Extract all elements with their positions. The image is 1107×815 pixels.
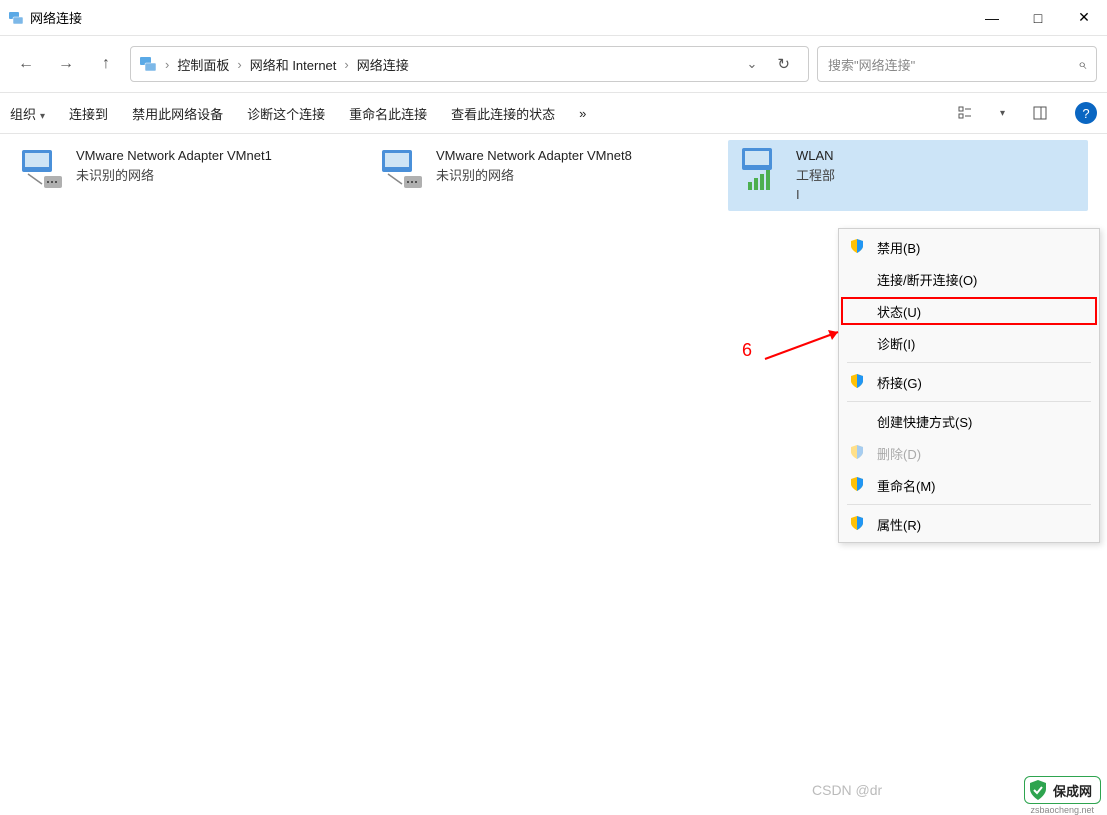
menu-label: 属性(R) xyxy=(877,515,921,534)
adapter-icon xyxy=(738,146,786,194)
menu-item-connect-disconnect[interactable]: 连接/断开连接(O) xyxy=(839,263,1099,295)
connect-to-button[interactable]: 连接到 xyxy=(69,104,108,123)
chevron-right-icon: › xyxy=(161,57,173,72)
view-status-button[interactable]: 查看此连接的状态 xyxy=(451,104,555,123)
refresh-button[interactable]: ↻ xyxy=(767,55,800,73)
up-button[interactable]: ↑ xyxy=(90,48,122,80)
adapter-status: I xyxy=(796,185,835,205)
adapter-icon xyxy=(18,146,66,194)
search-input[interactable]: 搜索"网络连接" ⌕ xyxy=(817,46,1097,82)
view-options-button[interactable] xyxy=(954,102,976,124)
menu-item-diagnose[interactable]: 诊断(I) xyxy=(839,327,1099,359)
toolbar: 组织 连接到 禁用此网络设备 诊断这个连接 重命名此连接 查看此连接的状态 » … xyxy=(0,92,1107,134)
shield-icon xyxy=(849,238,865,254)
navigation-bar: ← → ↑ › 控制面板 › 网络和 Internet › 网络连接 ⌄ ↻ 搜… xyxy=(0,36,1107,92)
breadcrumb-seg-network-internet[interactable]: 网络和 Internet xyxy=(250,55,337,74)
menu-label: 删除(D) xyxy=(877,444,921,463)
window-title: 网络连接 xyxy=(30,8,969,27)
shield-check-icon xyxy=(1027,779,1049,801)
breadcrumb-seg-control-panel[interactable]: 控制面板 xyxy=(177,55,229,74)
search-placeholder: 搜索"网络连接" xyxy=(828,55,915,74)
menu-label: 诊断(I) xyxy=(877,334,915,353)
address-history-dropdown[interactable]: ⌄ xyxy=(741,56,764,72)
menu-item-rename[interactable]: 重命名(M) xyxy=(839,469,1099,501)
watermark-text: 保成网 xyxy=(1053,781,1092,800)
adapter-status: 未识别的网络 xyxy=(436,166,632,186)
chevron-down-icon[interactable]: ▾ xyxy=(1000,108,1005,119)
menu-label: 连接/断开连接(O) xyxy=(877,270,977,289)
menu-separator xyxy=(847,401,1091,402)
address-bar[interactable]: › 控制面板 › 网络和 Internet › 网络连接 ⌄ ↻ xyxy=(130,46,809,82)
rename-connection-button[interactable]: 重命名此连接 xyxy=(349,104,427,123)
diagnose-connection-button[interactable]: 诊断这个连接 xyxy=(247,104,325,123)
shield-icon xyxy=(849,476,865,492)
menu-item-disable[interactable]: 禁用(B) xyxy=(839,231,1099,263)
close-button[interactable]: ✕ xyxy=(1061,0,1107,36)
back-button[interactable]: ← xyxy=(10,48,42,80)
menu-item-create-shortcut[interactable]: 创建快捷方式(S) xyxy=(839,405,1099,437)
watermark-sub: zsbaocheng.net xyxy=(1030,805,1094,815)
network-connections-icon xyxy=(139,55,157,73)
menu-label: 重命名(M) xyxy=(877,476,936,495)
view-icon xyxy=(958,106,972,120)
menu-item-properties[interactable]: 属性(R) xyxy=(839,508,1099,540)
search-icon: ⌕ xyxy=(1078,56,1086,73)
menu-label: 禁用(B) xyxy=(877,238,920,257)
pane-icon xyxy=(1033,106,1047,120)
adapter-name: WLAN xyxy=(796,146,835,166)
preview-pane-button[interactable] xyxy=(1029,102,1051,124)
adapter-status: 未识别的网络 xyxy=(76,166,272,186)
adapter-icon xyxy=(378,146,426,194)
adapter-vmnet8[interactable]: VMware Network Adapter VMnet8 未识别的网络 xyxy=(368,140,728,200)
help-button[interactable]: ? xyxy=(1075,102,1097,124)
site-watermark: 保成网 zsbaocheng.net xyxy=(1024,776,1101,804)
chevron-right-icon: › xyxy=(340,57,352,72)
adapter-sub: 工程部 xyxy=(796,166,835,186)
menu-separator xyxy=(847,362,1091,363)
titlebar: 网络连接 — □ ✕ xyxy=(0,0,1107,36)
network-connections-icon xyxy=(8,10,24,26)
breadcrumb-seg-network-connections[interactable]: 网络连接 xyxy=(357,55,409,74)
shield-icon xyxy=(849,444,865,460)
toolbar-overflow[interactable]: » xyxy=(579,106,586,121)
shield-icon xyxy=(849,373,865,389)
adapter-name: VMware Network Adapter VMnet8 xyxy=(436,146,632,166)
menu-item-bridge[interactable]: 桥接(G) xyxy=(839,366,1099,398)
adapter-vmnet1[interactable]: VMware Network Adapter VMnet1 未识别的网络 xyxy=(8,140,368,200)
forward-button[interactable]: → xyxy=(50,48,82,80)
menu-label: 桥接(G) xyxy=(877,373,922,392)
menu-separator xyxy=(847,504,1091,505)
menu-label: 创建快捷方式(S) xyxy=(877,412,972,431)
csdn-watermark: CSDN @dr xyxy=(812,782,882,798)
window-controls: — □ ✕ xyxy=(969,0,1107,36)
menu-label: 状态(U) xyxy=(877,302,921,321)
minimize-button[interactable]: — xyxy=(969,0,1015,36)
disable-device-button[interactable]: 禁用此网络设备 xyxy=(132,104,223,123)
context-menu: 禁用(B) 连接/断开连接(O) 状态(U) 诊断(I) 桥接(G) 创建快捷方… xyxy=(838,228,1100,543)
shield-icon xyxy=(849,515,865,531)
menu-item-delete: 删除(D) xyxy=(839,437,1099,469)
chevron-right-icon: › xyxy=(233,57,245,72)
adapter-name: VMware Network Adapter VMnet1 xyxy=(76,146,272,166)
menu-item-status[interactable]: 状态(U) xyxy=(839,295,1099,327)
adapter-wlan[interactable]: WLAN 工程部 I xyxy=(728,140,1088,211)
maximize-button[interactable]: □ xyxy=(1015,0,1061,36)
organize-menu[interactable]: 组织 xyxy=(10,104,45,123)
